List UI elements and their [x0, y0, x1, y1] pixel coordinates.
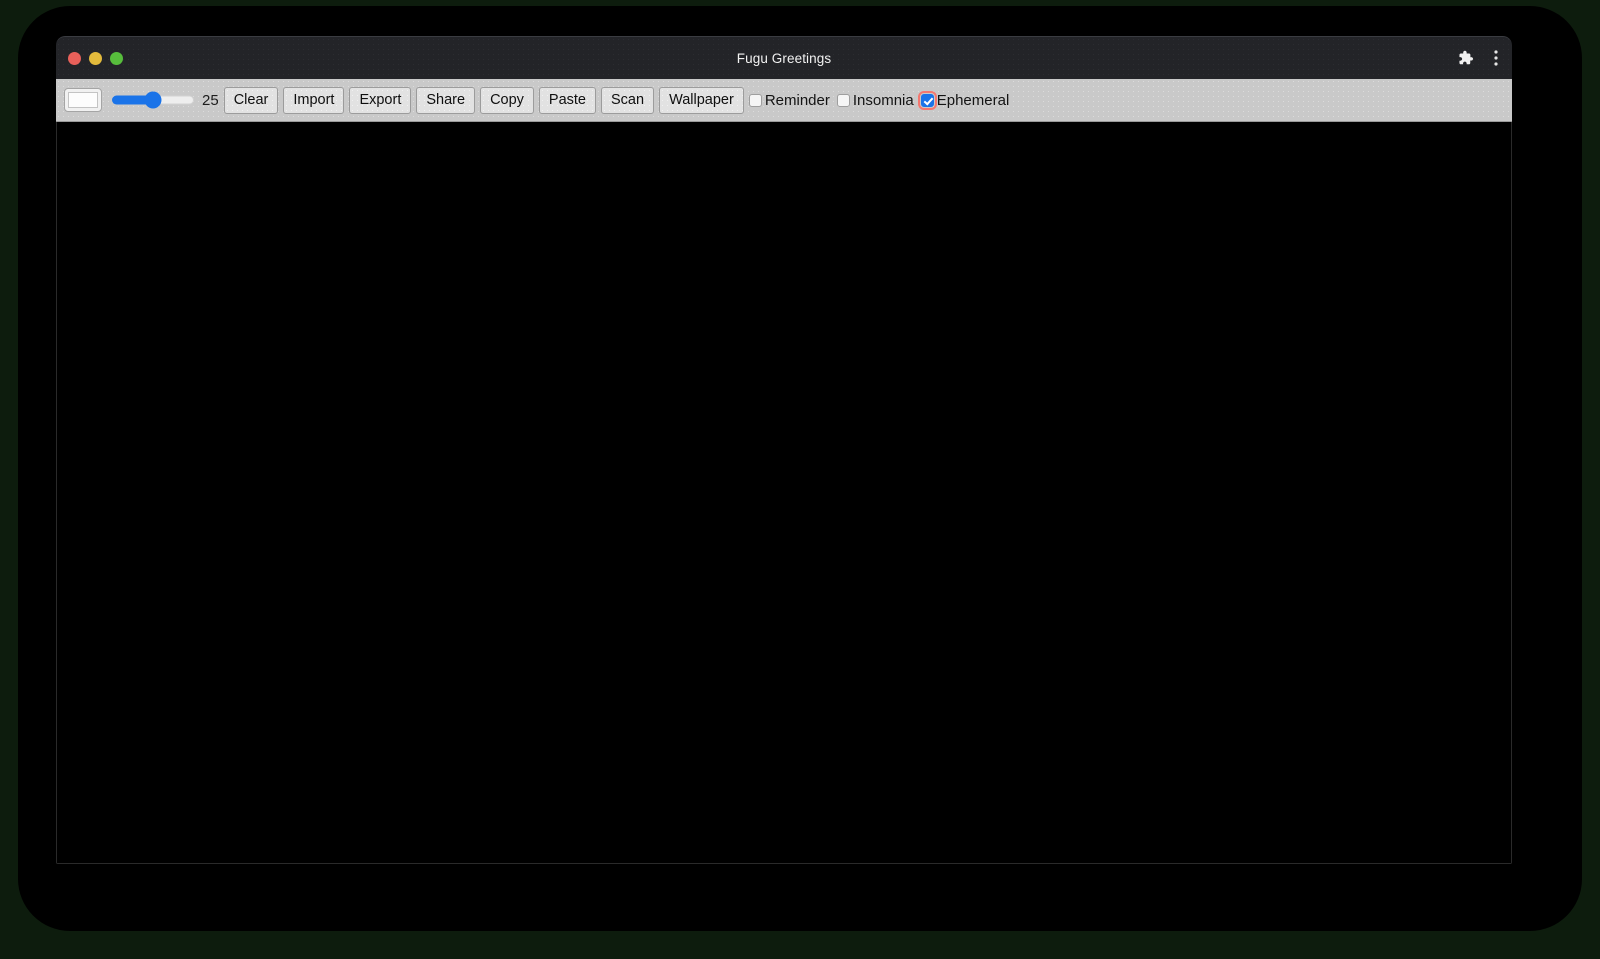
slider-thumb[interactable]: [144, 91, 162, 109]
page-background: Fugu Greetings 25 Clear Import Export Sh…: [0, 0, 1600, 959]
minimize-window-button[interactable]: [89, 51, 102, 65]
share-button[interactable]: Share: [416, 86, 476, 114]
titlebar-actions: [1456, 37, 1498, 79]
line-width-slider[interactable]: [112, 89, 194, 111]
insomnia-checkbox-group[interactable]: Insomnia: [836, 91, 921, 109]
reminder-checkbox[interactable]: [748, 93, 762, 107]
extensions-icon[interactable]: [1456, 49, 1474, 67]
ephemeral-checkbox-label: Ephemeral: [936, 91, 1010, 109]
export-button[interactable]: Export: [349, 86, 412, 114]
color-picker-input[interactable]: [64, 88, 102, 112]
clear-button[interactable]: Clear: [223, 86, 279, 114]
reminder-checkbox-label: Reminder: [764, 91, 830, 109]
more-menu-icon[interactable]: [1494, 50, 1498, 66]
app-toolbar: 25 Clear Import Export Share Copy Paste …: [56, 79, 1512, 122]
browser-window: Fugu Greetings 25 Clear Import Export Sh…: [56, 36, 1512, 864]
maximize-window-button[interactable]: [110, 51, 123, 65]
insomnia-checkbox[interactable]: [836, 93, 850, 107]
slider-value-label: 25: [202, 91, 219, 109]
title-bar: Fugu Greetings: [56, 36, 1512, 79]
ephemeral-checkbox-group[interactable]: Ephemeral: [917, 90, 1017, 110]
paste-button[interactable]: Paste: [538, 86, 597, 114]
insomnia-checkbox-label: Insomnia: [852, 91, 914, 109]
scan-button[interactable]: Scan: [601, 86, 655, 114]
import-button[interactable]: Import: [283, 86, 345, 114]
wallpaper-button[interactable]: Wallpaper: [659, 86, 744, 114]
traffic-lights: [68, 37, 123, 79]
copy-button[interactable]: Copy: [480, 86, 534, 114]
reminder-checkbox-group[interactable]: Reminder: [748, 91, 837, 109]
color-swatch: [68, 92, 98, 108]
close-window-button[interactable]: [68, 51, 81, 65]
window-title: Fugu Greetings: [736, 50, 832, 66]
ephemeral-checkbox[interactable]: [917, 90, 937, 110]
drawing-canvas[interactable]: [56, 122, 1512, 864]
